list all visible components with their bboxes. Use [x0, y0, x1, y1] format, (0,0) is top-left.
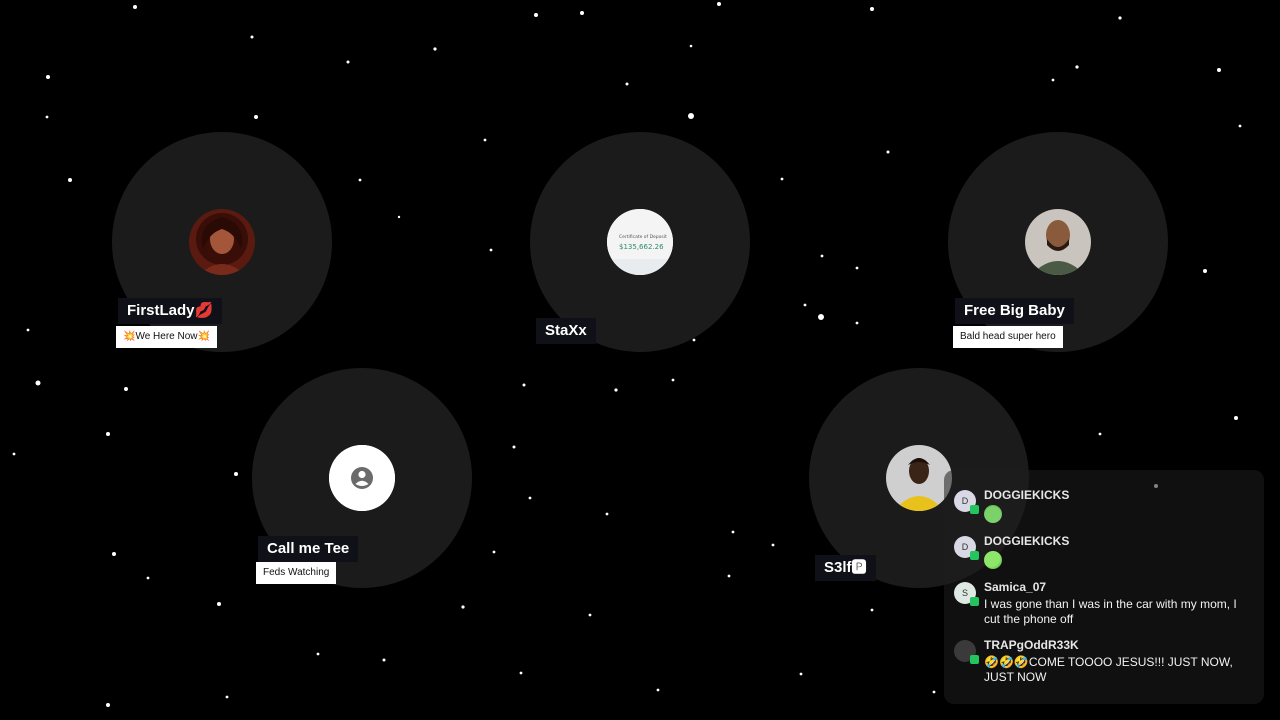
chat-username[interactable]: DOGGIEKICKS [984, 534, 1252, 548]
certificate-of-deposit-icon: Certificate of Deposit $135,662.26 [607, 209, 673, 275]
chat-username[interactable]: Samica_07 [984, 580, 1252, 594]
chat-text: 🤣🤣🤣COME TOOOO JESUS!!! JUST NOW, JUST NO… [984, 655, 1233, 684]
speaker-seat-firstlady[interactable]: FirstLady💋 💥We Here Now💥 [112, 132, 332, 352]
avatar[interactable] [329, 445, 395, 511]
chat-avatar[interactable]: D [954, 536, 979, 560]
seat-name: StaXx [536, 318, 596, 344]
verified-badge-icon [970, 551, 979, 560]
seat-status: Feds Watching [256, 562, 337, 584]
verified-badge-icon [970, 655, 979, 664]
seat-name: Free Big Baby [955, 298, 1074, 324]
avatar[interactable] [189, 209, 255, 275]
verified-badge-icon [970, 597, 979, 606]
chat-username[interactable]: TRAPgOddR33K [984, 638, 1252, 652]
svg-text:Certificate of Deposit: Certificate of Deposit [619, 234, 667, 240]
chat-message: S Samica_07 I was gone than I was in the… [954, 580, 1252, 627]
chat-text [984, 551, 1252, 569]
avatar[interactable]: Certificate of Deposit $135,662.26 [607, 209, 673, 275]
chat-text [984, 505, 1252, 523]
portrait-yellow-shirt-icon [886, 445, 952, 511]
seat-name: S3lf🅿 [815, 555, 876, 581]
speaker-seat-call-me-tee[interactable]: Call me Tee Feds Watching [252, 368, 472, 588]
portrait-woman-icon [189, 209, 255, 275]
speaker-seat-staxx[interactable]: Certificate of Deposit $135,662.26 StaXx [530, 132, 750, 352]
chat-avatar[interactable]: S [954, 582, 979, 606]
seat-status: 💥We Here Now💥 [116, 326, 217, 348]
chat-message: D DOGGIEKICKS [954, 488, 1252, 523]
verified-badge-icon [970, 505, 979, 514]
chat-avatar[interactable] [954, 640, 979, 664]
avatar[interactable] [1025, 209, 1091, 275]
green-face-emoji-icon [984, 505, 1002, 523]
speaker-seat-free-big-baby[interactable]: Free Big Baby Bald head super hero [948, 132, 1168, 352]
room-stage: FirstLady💋 💥We Here Now💥 Certificate of … [0, 0, 1280, 720]
chat-text: I was gone than I was in the car with my… [984, 597, 1237, 626]
seat-status: Bald head super hero [953, 326, 1063, 348]
chat-message: TRAPgOddR33K 🤣🤣🤣COME TOOOO JESUS!!! JUST… [954, 638, 1252, 685]
chat-avatar[interactable]: D [954, 490, 979, 514]
seat-name: FirstLady💋 [118, 298, 223, 324]
svg-text:$135,662.26: $135,662.26 [619, 243, 664, 251]
portrait-man-icon [1025, 209, 1091, 275]
green-face-emoji-icon [984, 551, 1002, 569]
chat-username[interactable]: DOGGIEKICKS [984, 488, 1252, 502]
seat-name: Call me Tee [258, 536, 359, 562]
chat-panel[interactable]: D DOGGIEKICKS D DOGGIEKICKS S Samica_07 … [944, 470, 1264, 704]
default-user-icon [329, 445, 395, 511]
chat-message: D DOGGIEKICKS [954, 534, 1252, 569]
avatar[interactable] [886, 445, 952, 511]
